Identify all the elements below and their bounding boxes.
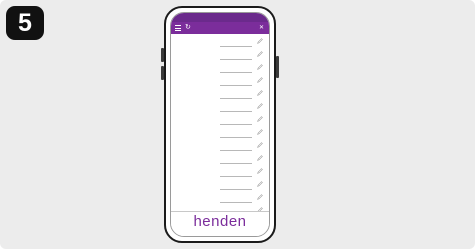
settings-row bbox=[171, 35, 269, 48]
menu-icon[interactable] bbox=[175, 25, 181, 31]
settings-row bbox=[171, 48, 269, 61]
phone-frame: ↻ ✕ henden bbox=[164, 6, 276, 243]
edit-pencil-icon[interactable] bbox=[257, 168, 263, 174]
value-underline bbox=[220, 150, 252, 151]
settings-list bbox=[171, 35, 269, 230]
edit-pencil-icon[interactable] bbox=[257, 142, 263, 148]
value-underline bbox=[220, 124, 252, 125]
step-number-badge: 5 bbox=[6, 6, 44, 40]
refresh-icon[interactable]: ↻ bbox=[185, 24, 191, 31]
settings-row bbox=[171, 74, 269, 87]
edit-pencil-icon[interactable] bbox=[257, 155, 263, 161]
edit-pencil-icon[interactable] bbox=[257, 90, 263, 96]
settings-row bbox=[171, 113, 269, 126]
edit-pencil-icon[interactable] bbox=[257, 51, 263, 57]
settings-row bbox=[171, 139, 269, 152]
value-underline bbox=[220, 98, 252, 99]
settings-row bbox=[171, 178, 269, 191]
close-icon[interactable]: ✕ bbox=[259, 22, 264, 34]
value-underline bbox=[220, 163, 252, 164]
value-underline bbox=[220, 202, 252, 203]
status-bar bbox=[171, 13, 269, 22]
phone-screen: ↻ ✕ henden bbox=[170, 12, 270, 237]
edit-pencil-icon[interactable] bbox=[257, 116, 263, 122]
value-underline bbox=[220, 176, 252, 177]
value-underline bbox=[220, 111, 252, 112]
edit-pencil-icon[interactable] bbox=[257, 103, 263, 109]
value-underline bbox=[220, 85, 252, 86]
edit-pencil-icon[interactable] bbox=[257, 181, 263, 187]
brand-logo: henden bbox=[193, 213, 247, 230]
edit-pencil-icon[interactable] bbox=[257, 129, 263, 135]
edit-pencil-icon[interactable] bbox=[257, 194, 263, 200]
phone-footer: henden bbox=[171, 211, 269, 236]
instruction-panel: 5 ↻ ✕ henden bbox=[0, 0, 475, 249]
value-underline bbox=[220, 72, 252, 73]
settings-row bbox=[171, 191, 269, 204]
value-underline bbox=[220, 59, 252, 60]
app-bar: ↻ ✕ bbox=[171, 22, 269, 34]
settings-row bbox=[171, 61, 269, 74]
edit-pencil-icon[interactable] bbox=[257, 38, 263, 44]
value-underline bbox=[220, 189, 252, 190]
settings-row bbox=[171, 126, 269, 139]
value-underline bbox=[220, 46, 252, 47]
settings-row bbox=[171, 87, 269, 100]
settings-row bbox=[171, 100, 269, 113]
phone-power-button bbox=[276, 56, 279, 78]
settings-row bbox=[171, 165, 269, 178]
edit-pencil-icon[interactable] bbox=[257, 77, 263, 83]
value-underline bbox=[220, 137, 252, 138]
edit-pencil-icon[interactable] bbox=[257, 64, 263, 70]
settings-row bbox=[171, 152, 269, 165]
